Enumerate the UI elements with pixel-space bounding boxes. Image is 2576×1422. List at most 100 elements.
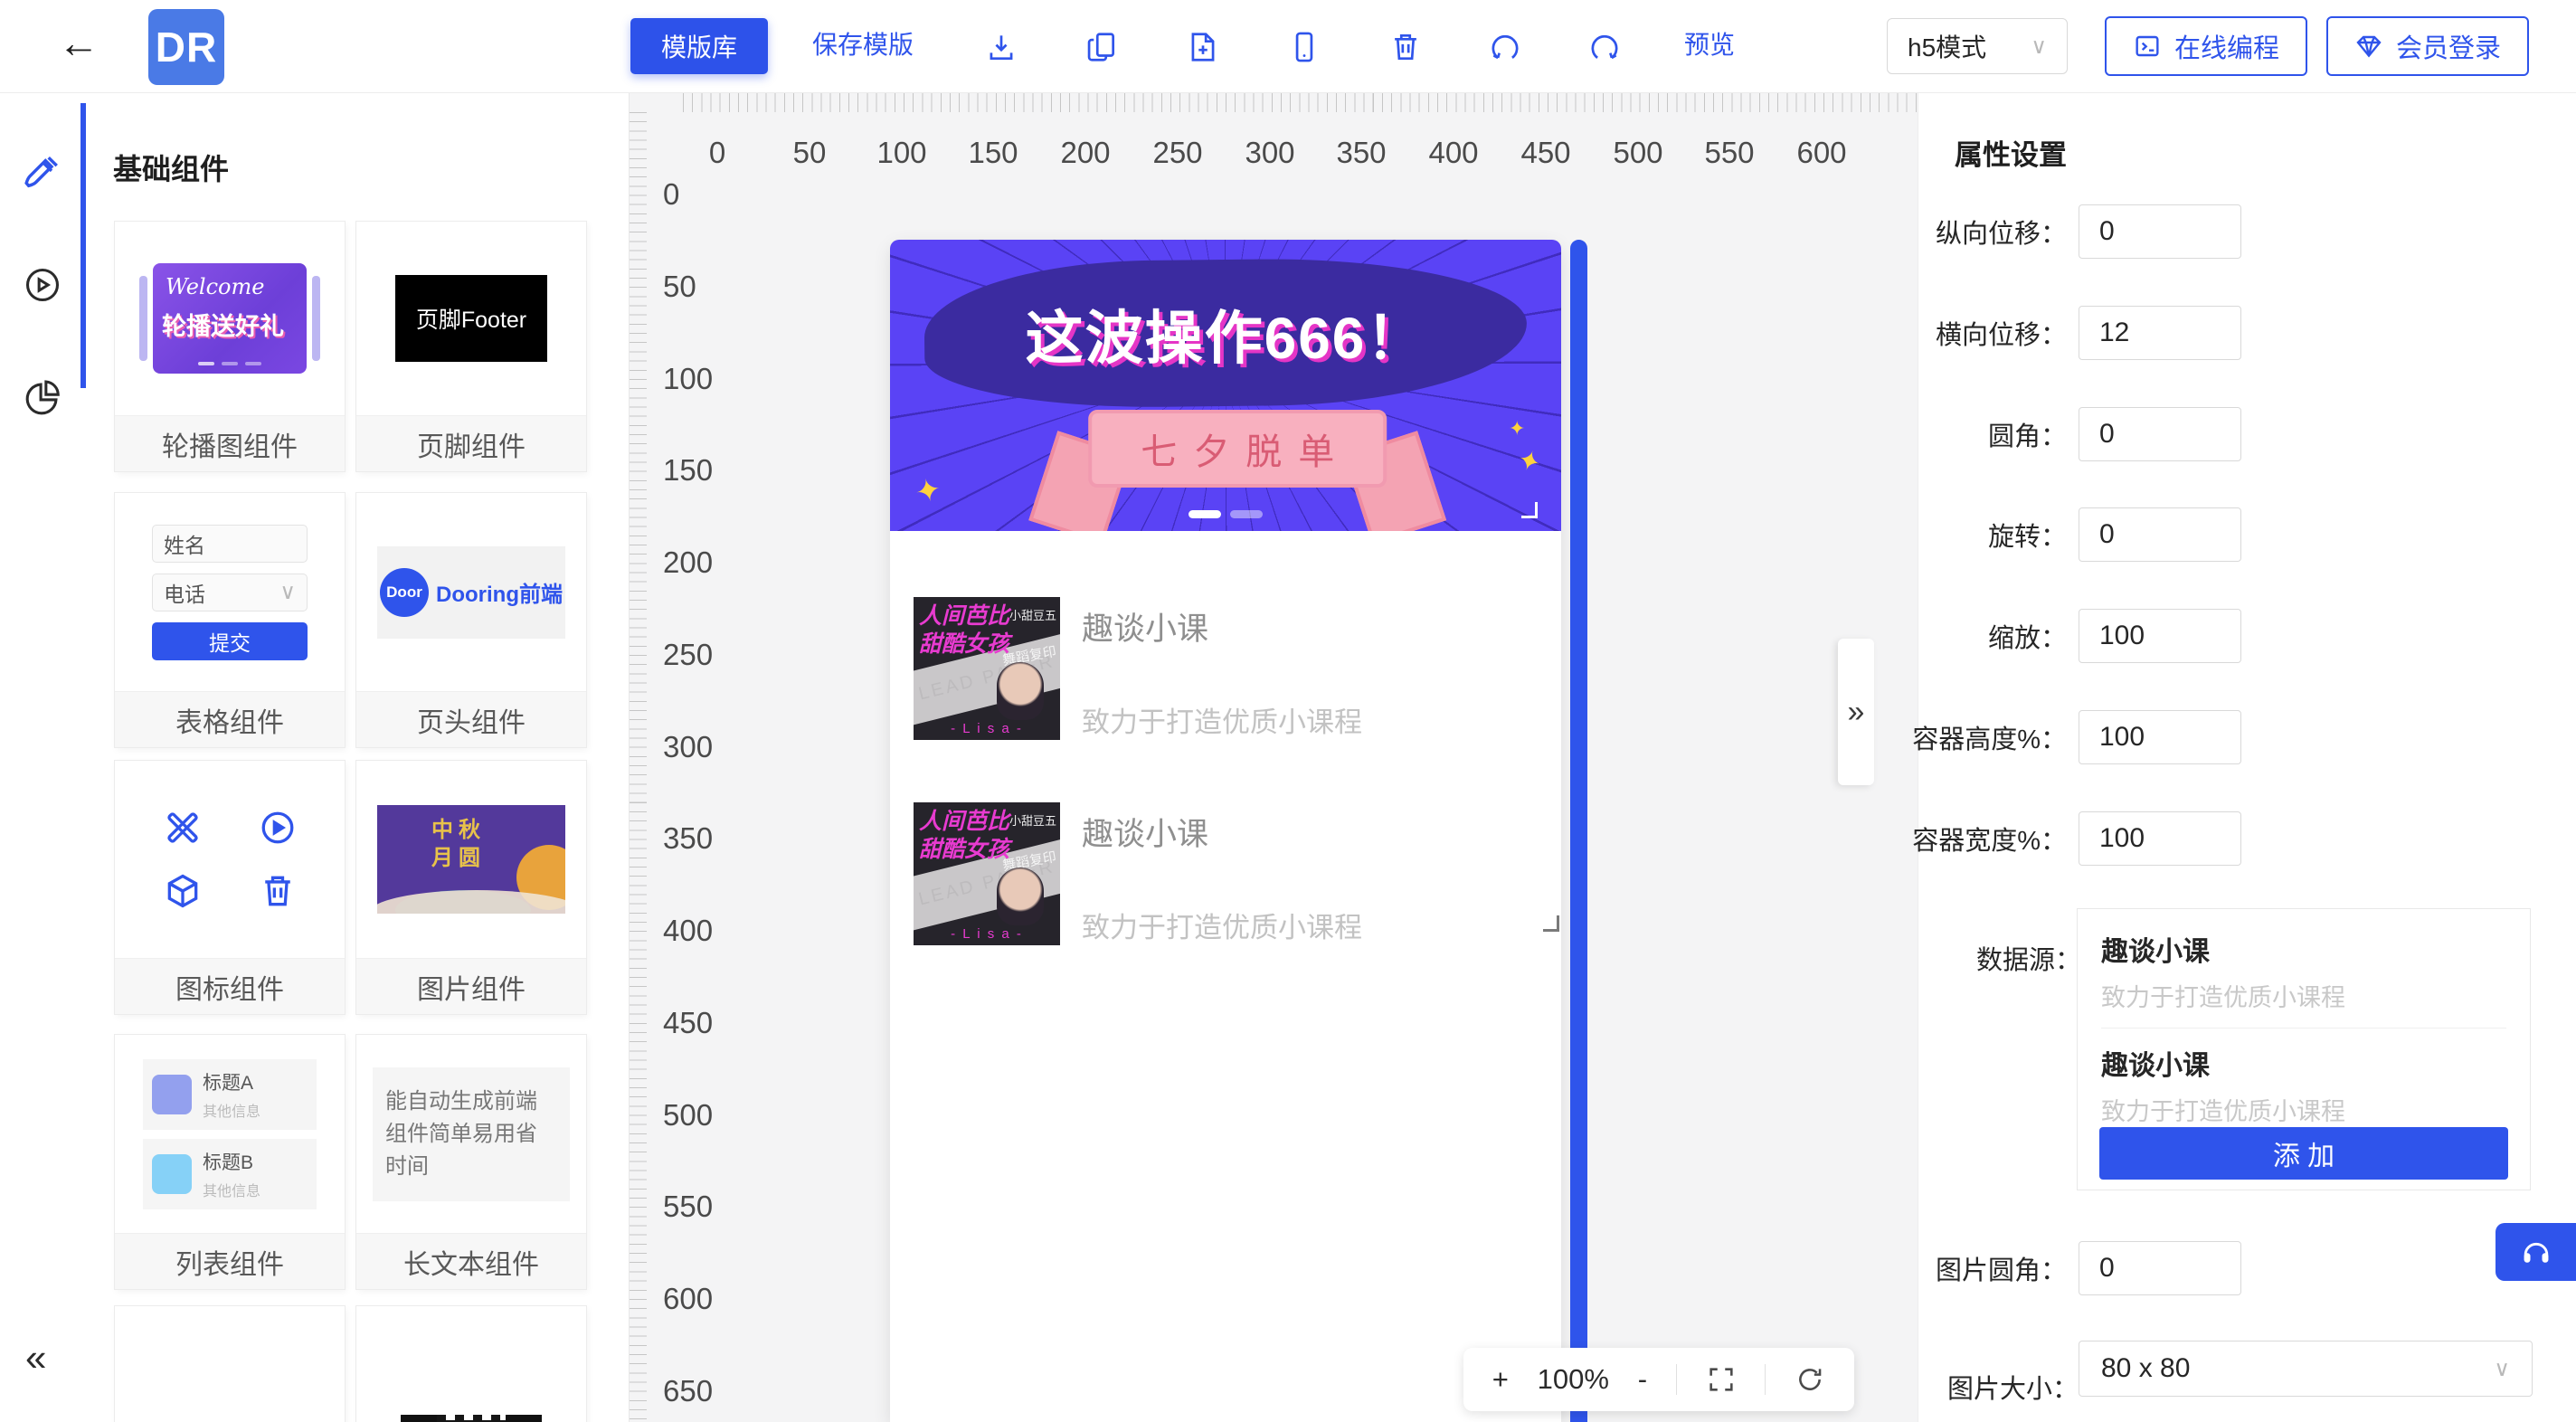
list-item-subtitle: 致力于打造优质小课程 (1082, 905, 1362, 945)
trash-icon (258, 871, 298, 911)
submit-button-thumb: 提交 (152, 622, 308, 660)
collapse-panel-icon[interactable]: « (25, 1336, 46, 1379)
ruler-tick: 300 (1245, 136, 1294, 170)
header-thumb: Door Dooring前端 (377, 546, 565, 639)
card-label: 页脚组件 (356, 415, 586, 471)
component-card-notification[interactable]: 注意通知 (115, 1306, 345, 1422)
component-card-carousel[interactable]: Welcome 轮播送好礼 轮播图组件 (115, 222, 345, 471)
carousel-banner[interactable]: 这波操作666！ 七夕脱单 ✦ ✦ ✦ (890, 240, 1561, 531)
list-thumb: 标题A其他信息 标题B其他信息 (143, 1059, 317, 1209)
left-rail: « (0, 92, 86, 1422)
ruler-tick: 0 (663, 177, 679, 212)
panel-expander[interactable]: » (1838, 639, 1874, 785)
download-icon[interactable] (984, 30, 1018, 64)
terminal-icon (2133, 32, 2162, 61)
star-icon: ✦ (1509, 417, 1525, 441)
field-label: 图片大小： (1947, 1368, 2079, 1406)
ruler-tick: 50 (793, 136, 827, 170)
horizontal-offset-input[interactable]: 12 (2079, 306, 2241, 360)
container-height-input[interactable]: 100 (2079, 710, 2241, 764)
component-card-icons[interactable]: 图标组件 (115, 761, 345, 1014)
component-card-qrcode[interactable] (356, 1306, 586, 1422)
undo-icon[interactable] (1488, 30, 1522, 64)
scale-input[interactable]: 100 (2079, 609, 2241, 663)
redo-icon[interactable] (1587, 30, 1622, 64)
mobile-icon[interactable] (1287, 30, 1321, 64)
component-card-header[interactable]: Door Dooring前端 页头组件 (356, 493, 586, 747)
image-size-select[interactable]: 80 x 80 ∨ (2079, 1341, 2533, 1397)
duplicate-icon[interactable] (1084, 30, 1119, 64)
resize-handle[interactable] (1521, 502, 1538, 518)
datasource-item-subtitle[interactable]: 致力于打造优质小课程 (2101, 1092, 2506, 1127)
image-radius-input[interactable]: 0 (2079, 1241, 2241, 1295)
play-circle-icon (258, 808, 298, 848)
component-card-list[interactable]: 标题A其他信息 标题B其他信息 列表组件 (115, 1035, 345, 1289)
component-card-longtext[interactable]: 能自动生成前端组件简单易用省时间 长文本组件 (356, 1035, 586, 1289)
horizontal-ruler (683, 92, 1918, 112)
ruler-tick: 300 (663, 730, 713, 764)
ruler-tick: 200 (1060, 136, 1110, 170)
zoom-out-button[interactable]: - (1638, 1363, 1647, 1396)
resize-handle[interactable] (1543, 915, 1559, 932)
support-fab[interactable] (2496, 1223, 2576, 1281)
component-card-footer[interactable]: 页脚Footer 页脚组件 (356, 222, 586, 471)
add-button[interactable]: 添 加 (2099, 1127, 2508, 1180)
pie-chart-icon[interactable] (22, 377, 63, 419)
component-panel: 基础组件 Welcome 轮播送好礼 轮播图组件 页脚Footer 页脚组件 姓… (86, 92, 630, 1422)
carousel-dots[interactable] (890, 510, 1561, 518)
app-logo: DR (148, 9, 224, 85)
field-label: 图片圆角： (1936, 1249, 2067, 1287)
border-radius-input[interactable]: 0 (2079, 407, 2241, 461)
play-circle-icon[interactable] (22, 264, 63, 306)
ruler-tick: 400 (1428, 136, 1478, 170)
fullscreen-icon[interactable] (1706, 1364, 1737, 1395)
qr-code-thumb (401, 1415, 542, 1422)
phone-scrollbar[interactable] (1570, 240, 1587, 1422)
field-label: 横向位移： (1936, 314, 2067, 352)
field-label: 缩放： (1988, 617, 2067, 655)
preview-link[interactable]: 预览 (1684, 33, 1735, 58)
ruler-tick: 50 (663, 270, 696, 304)
cube-icon (163, 871, 203, 911)
member-login-button[interactable]: 会员登录 (2326, 16, 2529, 76)
canvas[interactable]: 0 50 100 150 200 250 300 350 400 450 500… (629, 92, 1918, 1422)
zoom-in-button[interactable]: + (1492, 1363, 1509, 1396)
datasource-item-title[interactable]: 趣谈小课 (2101, 929, 2506, 969)
zoom-level: 100% (1538, 1363, 1609, 1396)
ruler-tick: 450 (1520, 136, 1570, 170)
list-item-title: 趣谈小课 (1082, 809, 1208, 855)
online-coding-button[interactable]: 在线编程 (2105, 16, 2307, 76)
pen-icon[interactable] (22, 151, 63, 193)
chevron-down-icon: ∨ (2494, 1356, 2510, 1382)
field-label: 纵向位移： (1936, 213, 2067, 251)
mode-select[interactable]: h5模式 ∨ (1887, 18, 2068, 74)
card-label: 图片组件 (356, 958, 586, 1014)
template-library-button[interactable]: 模版库 (630, 18, 768, 74)
design-icon (163, 808, 203, 848)
image-thumb: 中秋月圆 (377, 805, 565, 914)
refresh-icon[interactable] (1795, 1364, 1825, 1395)
component-card-image[interactable]: 中秋月圆 图片组件 (356, 761, 586, 1014)
field-label: 旋转： (1988, 516, 2067, 554)
datasource-item-title[interactable]: 趣谈小课 (2101, 1043, 2506, 1083)
rotate-input[interactable]: 0 (2079, 507, 2241, 562)
longtext-thumb: 能自动生成前端组件简单易用省时间 (373, 1067, 570, 1201)
phone-preview[interactable]: 这波操作666！ 七夕脱单 ✦ ✦ ✦ LEAD PAPER 人间芭比 甜酷女孩… (890, 240, 1561, 1422)
panel-title: 属性设置 (1955, 132, 2067, 173)
vertical-offset-input[interactable]: 0 (2079, 204, 2241, 259)
avatar (997, 867, 1044, 925)
datasource-item-subtitle[interactable]: 致力于打造优质小课程 (2101, 978, 2506, 1013)
section-title: 基础组件 (113, 147, 229, 188)
ruler-tick: 150 (663, 453, 713, 488)
component-card-form[interactable]: 姓名 电话∨ 提交 表格组件 (115, 493, 345, 747)
field-row: 缩放： 100 (1918, 609, 2576, 663)
save-template-link[interactable]: 保存模版 (812, 33, 914, 58)
new-page-icon[interactable] (1186, 30, 1220, 64)
avatar (997, 662, 1044, 720)
banner-title: 这波操作666！ (890, 292, 1561, 375)
trash-icon[interactable] (1388, 30, 1423, 64)
field-row: 容器宽度%： 100 (1918, 811, 2576, 866)
container-width-input[interactable]: 100 (2079, 811, 2241, 866)
back-icon[interactable]: ← (58, 22, 99, 63)
field-label: 圆角： (1988, 415, 2067, 453)
